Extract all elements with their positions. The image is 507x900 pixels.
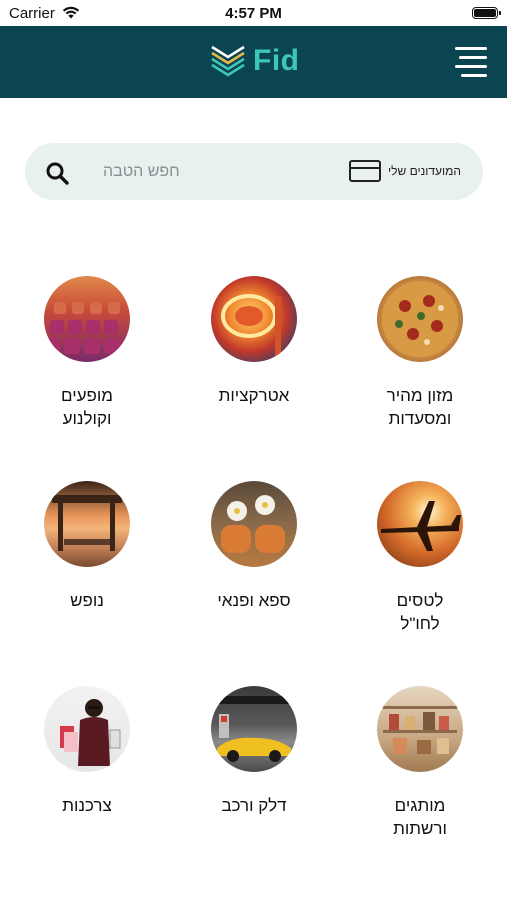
category-label: ספא ופנאי [217,591,291,610]
search-input[interactable] [103,157,283,187]
shopping-woman-icon [44,686,130,772]
category-label: מזון מהיר ומסעדות [386,386,454,428]
my-clubs-link[interactable]: המועדונים שלי [388,164,461,178]
category-label: דלק ורכב [221,796,287,815]
store-shelves-icon [377,686,463,772]
category-label: לטסים לחו"ל [396,591,444,633]
category-fuel-car[interactable]: דלק ורכב [179,686,329,817]
spa-towels-icon [211,481,297,567]
menu-line-icon [455,65,487,68]
category-label: צרכנות [62,796,112,815]
status-bar: Carrier 4:57 PM [0,0,507,26]
category-flights-abroad[interactable]: לטסים לחו"ל [345,481,495,635]
category-label: אטרקציות [218,386,290,405]
category-spa-leisure[interactable]: ספא ופנאי [179,481,329,612]
category-vacation[interactable]: נופש [12,481,162,612]
credit-card-icon[interactable] [349,160,381,182]
amusement-ride-icon [211,276,297,362]
airplane-icon [377,481,463,567]
layers-logo-icon [211,45,245,77]
category-brands-chains[interactable]: מותגים ורשתות [345,686,495,840]
gas-station-car-icon [211,686,297,772]
search-icon[interactable] [45,161,69,185]
menu-line-icon [455,47,487,50]
app-logo: Fid [209,44,300,78]
category-shows-cinema[interactable]: מופעים וקולנוע [12,276,162,430]
hamburger-menu-button[interactable] [455,47,487,77]
category-fast-food[interactable]: מזון מהיר ומסעדות [345,276,495,430]
battery-icon [472,7,501,19]
category-label: מופעים וקולנוע [61,386,113,428]
theater-seats-icon [44,276,130,362]
logo-text: Fid [253,44,300,77]
category-label: מותגים ורשתות [393,796,447,838]
pizza-icon [377,276,463,362]
status-time: 4:57 PM [225,5,282,22]
category-attractions[interactable]: אטרקציות [179,276,329,407]
category-consumerism[interactable]: צרכנות [12,686,162,817]
menu-line-icon [459,56,487,59]
beach-gazebo-icon [44,481,130,567]
search-bar: המועדונים שלי [25,143,483,200]
menu-line-icon [461,74,487,77]
category-label: נופש [70,591,104,610]
app-header: Fid [0,26,507,98]
